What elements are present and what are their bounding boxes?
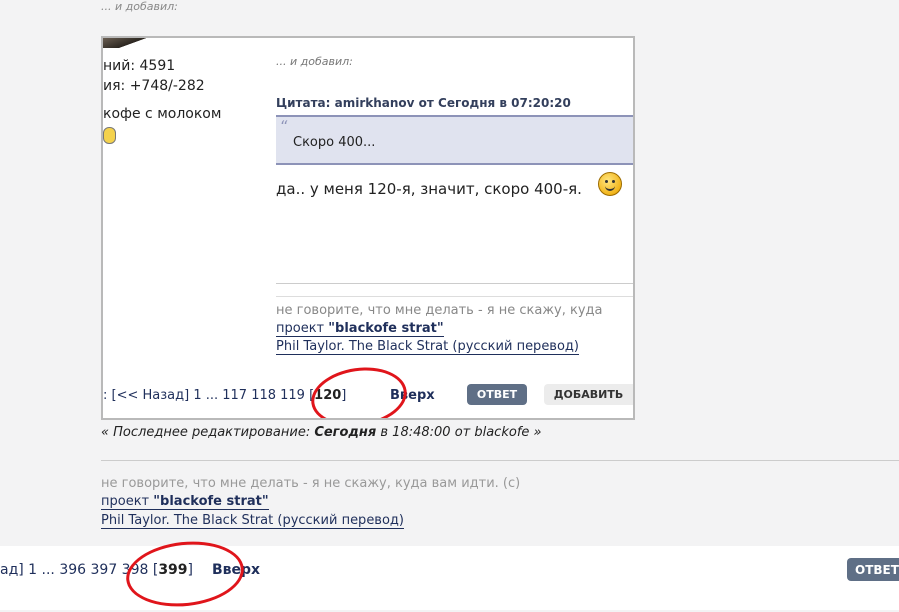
reply-text: да.. у меня 120-я, значит, скоро 400-я.	[276, 180, 582, 198]
signature-link-translation[interactable]: Phil Taylor. The Black Strat (русский пе…	[101, 513, 404, 529]
edit-note-prefix: « Последнее редактирование:	[101, 425, 315, 440]
signature-separator	[101, 460, 899, 461]
embedded-screenshot: ний: 4591 ия: +748/-282 кофе с молоком .…	[101, 36, 635, 420]
signature-link-prefix: проект	[101, 494, 154, 509]
quote-box: “ Скоро 400...	[276, 115, 633, 165]
quote-text: Скоро 400...	[293, 135, 376, 150]
embedded-pager[interactable]: : [<< Назад] 1 ... 117 118 119 [120]	[103, 388, 346, 403]
embedded-reply-button[interactable]: ОТВЕТ	[467, 384, 527, 405]
avatar-fragment	[103, 38, 171, 48]
user-status: кофе с молоком	[103, 106, 222, 122]
signature-link-prefix: проект	[276, 321, 329, 336]
signature-link-name: "blackofe strat"	[153, 494, 269, 509]
signature-text: не говорите, что мне делать - я не скажу…	[276, 303, 603, 318]
embedded-added-note: ... и добавил:	[276, 55, 353, 68]
separator	[276, 283, 633, 284]
quote-header: Цитата: amirkhanov от Сегодня в 07:20:20	[276, 96, 571, 110]
signature-link-project[interactable]: проект "blackofe strat"	[101, 494, 269, 510]
signature-link-name: "blackofe strat"	[328, 321, 444, 336]
quote-mark-icon: “	[280, 117, 289, 136]
signature-link-project[interactable]: проект "blackofe strat"	[276, 321, 444, 337]
reputation: ия: +748/-282	[103, 78, 205, 94]
signature-link-translation[interactable]: Phil Taylor. The Black Strat (русский пе…	[276, 339, 579, 355]
reply-button[interactable]: ОТВЕТ	[847, 558, 899, 581]
edit-note-suffix: в 18:48:00 от blackofe »	[376, 425, 542, 440]
last-edit-note: « Последнее редактирование: Сегодня в 18…	[101, 425, 542, 440]
embedded-pager-links[interactable]: : [<< Назад] 1 ... 117 118 119 [	[103, 388, 314, 403]
added-note: ... и добавил:	[101, 0, 178, 13]
red-circle-annotation	[307, 361, 411, 418]
edit-note-day: Сегодня	[314, 425, 377, 440]
status-icon	[103, 127, 116, 144]
posts-count: ний: 4591	[103, 58, 176, 74]
embedded-add-button[interactable]: ДОБАВИТЬ	[544, 384, 633, 405]
wink-smiley-icon	[598, 172, 622, 196]
separator	[276, 296, 633, 297]
signature-text: не говорите, что мне делать - я не скажу…	[101, 476, 521, 491]
